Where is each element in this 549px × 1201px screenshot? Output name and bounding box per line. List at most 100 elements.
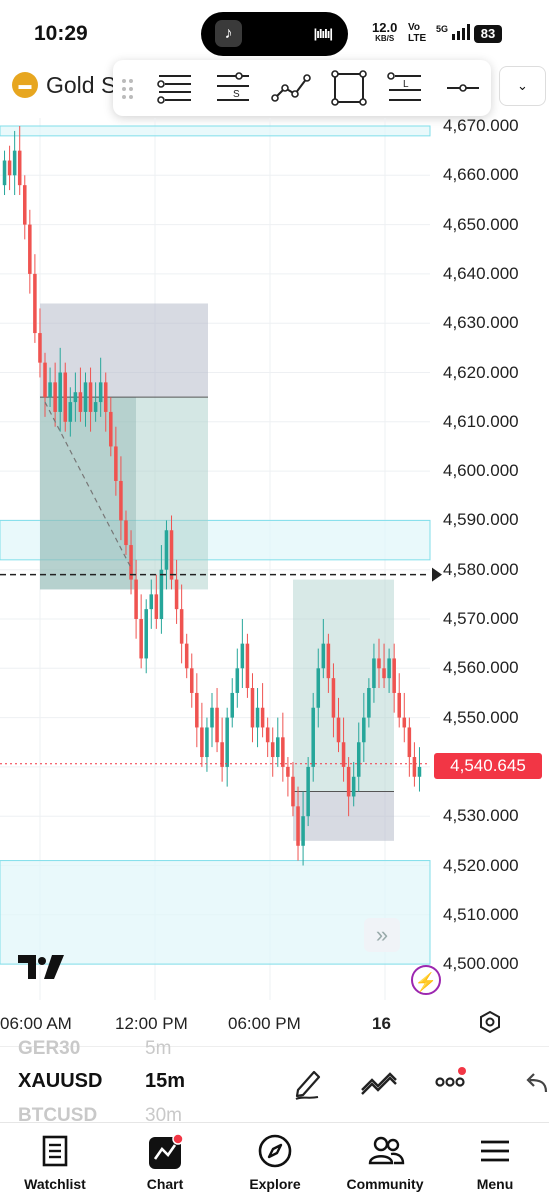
- candle-body: [240, 643, 245, 669]
- symbol-title[interactable]: Gold S: [46, 72, 116, 99]
- last-price-label: 4,540.645: [434, 753, 542, 779]
- current-symbol[interactable]: XAUUSD: [18, 1070, 102, 1093]
- drawing-toolbar: S L: [113, 60, 491, 116]
- price-tick-label: 4,500.000: [443, 954, 519, 974]
- scroll-to-realtime-button[interactable]: »: [364, 918, 400, 952]
- nav-chart[interactable]: Chart: [110, 1123, 220, 1201]
- candle-body: [83, 382, 88, 412]
- candle-body: [164, 530, 169, 570]
- nav-explore-label: Explore: [249, 1176, 301, 1192]
- candle-body: [114, 446, 118, 481]
- people-icon: [368, 1136, 405, 1165]
- candle-body: [215, 707, 219, 743]
- candle-body: [220, 742, 224, 767]
- bottom-navigation: Watchlist Chart Explore Community Menu: [0, 1122, 549, 1201]
- trend-line-tool-icon[interactable]: [271, 70, 311, 106]
- candle-body: [103, 382, 108, 412]
- price-tick-label: 4,640.000: [443, 263, 519, 283]
- price-tick-label: 4,630.000: [443, 313, 519, 333]
- price-tick-label: 4,560.000: [443, 658, 519, 678]
- candle-body: [73, 392, 78, 403]
- candle-body: [210, 707, 214, 728]
- nav-explore[interactable]: Explore: [220, 1123, 330, 1201]
- ghost-symbol-top[interactable]: GER30: [18, 1038, 80, 1060]
- current-interval[interactable]: 15m: [145, 1070, 185, 1093]
- dynamic-island[interactable]: ♪ |ıIıIı|: [201, 12, 348, 56]
- candle-body: [78, 392, 83, 412]
- candle-body: [200, 727, 204, 758]
- price-tick-label: 4,510.000: [443, 904, 519, 924]
- candle-body: [387, 658, 391, 679]
- status-bar: 10:29 ♪ |ıIıIı| 12.0 KB/S Vo LTE 5G 83: [0, 0, 549, 66]
- candle-body: [397, 692, 401, 718]
- time-tick-label: 12:00 PM: [115, 1014, 188, 1033]
- candle-body: [245, 643, 250, 689]
- level-tool-icon[interactable]: L: [385, 70, 425, 106]
- battery-icon: 83: [474, 25, 502, 43]
- compass-icon: [258, 1134, 292, 1168]
- time-tick-label: 16: [372, 1014, 391, 1033]
- horizontal-ray-tool-icon[interactable]: [443, 70, 483, 106]
- support-level-tool-icon[interactable]: S: [213, 70, 253, 106]
- candle-body: [362, 717, 366, 743]
- candle-body: [392, 658, 396, 693]
- candle-body: [346, 766, 351, 797]
- candle-body: [189, 668, 194, 693]
- price-tick-label: 4,610.000: [443, 411, 519, 431]
- rectangle-tool-icon[interactable]: [329, 70, 369, 106]
- candle-body: [367, 688, 371, 718]
- line-arrow-icon: [432, 567, 442, 582]
- nav-chart-label: Chart: [146, 1176, 184, 1192]
- candle-body: [28, 224, 32, 274]
- candle-body: [326, 643, 331, 679]
- time-tick-label: 06:00 PM: [228, 1014, 301, 1033]
- ghost-interval-top[interactable]: 5m: [145, 1038, 171, 1060]
- indicators-icon[interactable]: [360, 1070, 398, 1096]
- candle-body: [184, 643, 189, 669]
- gold-symbol-logo[interactable]: ▬: [12, 72, 38, 98]
- candle-body: [291, 776, 295, 807]
- chevron-down-icon[interactable]: ⌄: [499, 66, 546, 106]
- nav-watchlist[interactable]: Watchlist: [0, 1123, 110, 1201]
- candle-body: [119, 480, 123, 521]
- time-tick-label: 06:00 AM: [0, 1014, 72, 1033]
- drawing-pen-icon[interactable]: [292, 1066, 324, 1100]
- candle-body: [407, 727, 412, 758]
- candle-body: [53, 382, 57, 412]
- chart-icon: [149, 1133, 184, 1169]
- candle-body: [88, 382, 93, 412]
- candle-body: [17, 150, 22, 186]
- candle-body: [331, 678, 336, 718]
- horizontal-lines-tool-icon[interactable]: [155, 70, 195, 106]
- price-tick-label: 4,650.000: [443, 214, 519, 234]
- undo-icon[interactable]: [524, 1070, 548, 1096]
- settings-hexagon-icon[interactable]: [478, 1010, 502, 1034]
- strip-divider: [0, 1046, 549, 1047]
- volte-indicator: Vo LTE: [408, 22, 426, 44]
- nav-community[interactable]: Community: [330, 1123, 440, 1201]
- candle-body: [276, 737, 280, 758]
- candle-body: [281, 737, 285, 767]
- candle-body: [336, 717, 341, 743]
- candle-body: [124, 520, 128, 546]
- nav-community-label: Community: [346, 1176, 424, 1192]
- candle-body: [12, 150, 17, 176]
- candle-body: [412, 757, 417, 777]
- list-icon: [42, 1135, 68, 1167]
- status-time: 10:29: [34, 22, 88, 45]
- nav-watchlist-label: Watchlist: [24, 1176, 86, 1192]
- nav-menu-label: Menu: [476, 1176, 514, 1192]
- volte-top: Vo: [408, 22, 421, 33]
- price-tick-label: 4,530.000: [443, 806, 519, 826]
- candle-body: [356, 742, 361, 777]
- candle-body: [159, 569, 164, 619]
- nav-menu[interactable]: Menu: [440, 1123, 549, 1201]
- support-resistance-zone: [0, 125, 431, 137]
- candle-body: [7, 160, 12, 176]
- candle-body: [33, 273, 37, 334]
- flash-icon[interactable]: ⚡: [411, 965, 441, 995]
- drag-handle-icon[interactable]: [121, 78, 135, 100]
- candle-body: [341, 742, 346, 767]
- candle-body: [417, 766, 422, 777]
- more-options-icon[interactable]: [434, 1066, 470, 1092]
